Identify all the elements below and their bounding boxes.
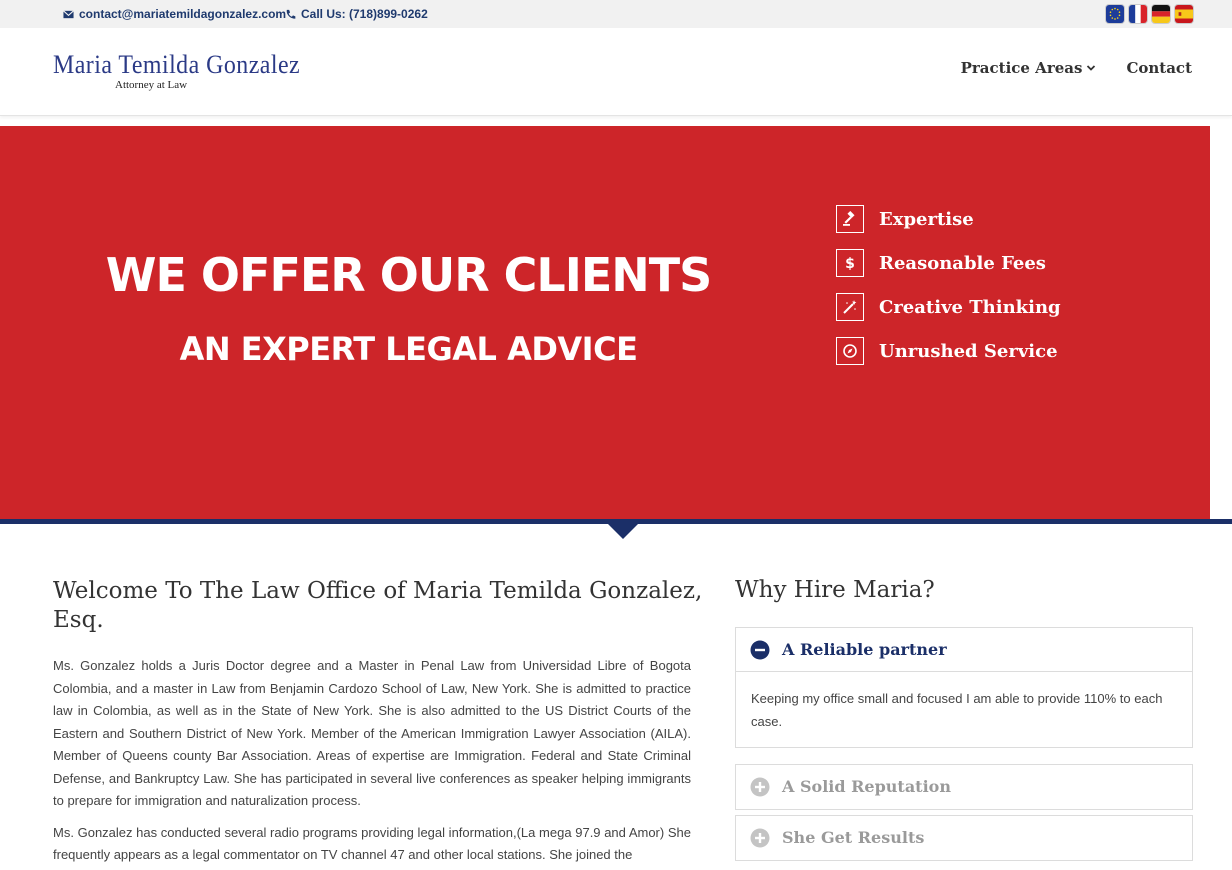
accordion-title: She Get Results bbox=[782, 828, 925, 847]
dollar-icon: $ bbox=[836, 249, 864, 277]
accordion-header[interactable]: A Solid Reputation bbox=[736, 765, 1192, 809]
hero-divider-arrow bbox=[607, 523, 639, 539]
email-text: contact@mariatemildagonzalez.com bbox=[79, 7, 287, 21]
feature-label: Reasonable Fees bbox=[879, 252, 1046, 274]
feature-label: Unrushed Service bbox=[879, 340, 1058, 362]
language-switcher bbox=[1105, 4, 1194, 24]
feature-item: Expertise bbox=[836, 205, 1061, 233]
hero-subtitle: AN EXPERT LEGAL ADVICE bbox=[179, 330, 638, 368]
fr-flag-icon[interactable] bbox=[1128, 4, 1148, 24]
feature-label: Creative Thinking bbox=[879, 296, 1061, 318]
why-hire-title: Why Hire Maria? bbox=[735, 577, 935, 603]
feature-item: Creative Thinking bbox=[836, 293, 1061, 321]
accordion-content: Keeping my office small and focused I am… bbox=[751, 691, 1163, 729]
nav-practice-areas-label: Practice Areas bbox=[960, 59, 1083, 77]
welcome-body: Ms. Gonzalez holds a Juris Doctor degree… bbox=[53, 655, 691, 870]
hero-banner: WE OFFER OUR CLIENTS AN EXPERT LEGAL ADV… bbox=[0, 126, 1210, 520]
phone-icon bbox=[286, 9, 296, 19]
main-nav: Practice Areas Contact bbox=[961, 59, 1192, 77]
site-logo[interactable]: Maria Temilda Gonzalez Attorney at Law bbox=[53, 50, 322, 91]
gavel-icon bbox=[836, 205, 864, 233]
accordion-item: A Solid Reputation bbox=[735, 764, 1193, 810]
accordion-header[interactable]: A Reliable partner bbox=[736, 628, 1192, 672]
chevron-down-icon bbox=[1087, 65, 1096, 71]
accordion-title: A Solid Reputation bbox=[782, 777, 951, 796]
feature-item: $ Reasonable Fees bbox=[836, 249, 1061, 277]
site-header: Maria Temilda Gonzalez Attorney at Law P… bbox=[0, 28, 1232, 116]
logo-name: Maria Temilda Gonzalez bbox=[53, 50, 301, 79]
plus-circle-icon bbox=[750, 777, 770, 796]
accordion-header[interactable]: She Get Results bbox=[736, 816, 1192, 860]
de-flag-icon[interactable] bbox=[1151, 4, 1171, 24]
hero-title: WE OFFER OUR CLIENTS bbox=[105, 248, 713, 302]
minus-circle-icon bbox=[750, 640, 770, 659]
envelope-icon bbox=[63, 9, 74, 18]
feature-label: Expertise bbox=[879, 208, 974, 230]
feature-item: Unrushed Service bbox=[836, 337, 1061, 365]
accordion-title: A Reliable partner bbox=[782, 640, 947, 659]
nav-contact[interactable]: Contact bbox=[1126, 59, 1192, 77]
magic-wand-icon bbox=[836, 293, 864, 321]
welcome-paragraph: Ms. Gonzalez has conducted several radio… bbox=[53, 824, 691, 863]
eu-flag-icon[interactable] bbox=[1105, 4, 1125, 24]
svg-text:$: $ bbox=[845, 256, 855, 271]
logo-tagline: Attorney at Law bbox=[115, 79, 188, 91]
es-flag-icon[interactable] bbox=[1174, 4, 1194, 24]
accordion-item: She Get Results bbox=[735, 815, 1193, 861]
welcome-title: Welcome To The Law Office of Maria Temil… bbox=[53, 578, 703, 633]
top-bar: contact@mariatemildagonzalez.com Call Us… bbox=[0, 0, 1232, 28]
nav-contact-label: Contact bbox=[1126, 59, 1192, 77]
accordion-item: A Reliable partner Keeping my office sma… bbox=[735, 627, 1193, 748]
plus-circle-icon bbox=[750, 828, 770, 847]
compass-icon bbox=[836, 337, 864, 365]
phone-text: Call Us: (718)899-0262 bbox=[301, 7, 428, 21]
welcome-paragraph: Ms. Gonzalez holds a Juris Doctor degree… bbox=[53, 658, 691, 808]
email-link[interactable]: contact@mariatemildagonzalez.com bbox=[63, 7, 286, 21]
nav-practice-areas[interactable]: Practice Areas bbox=[961, 59, 1097, 77]
feature-list: Expertise $ Reasonable Fees Creative Thi… bbox=[836, 205, 1061, 381]
phone-link[interactable]: Call Us: (718)899-0262 bbox=[285, 7, 428, 21]
